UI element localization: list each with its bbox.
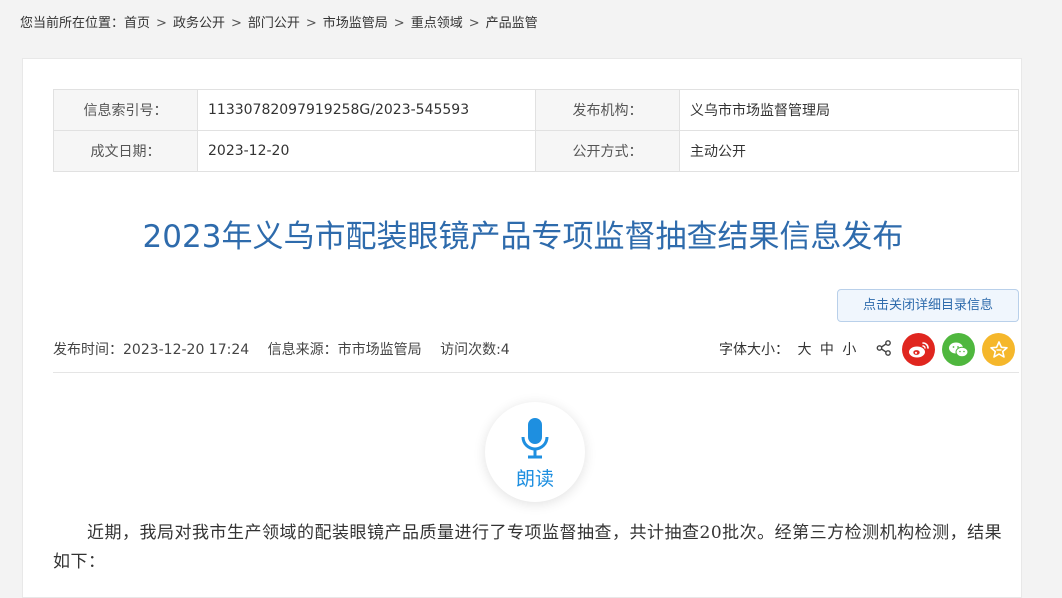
favorite-button[interactable] (982, 333, 1015, 366)
breadcrumb-dept-affairs[interactable]: 部门公开 (248, 16, 300, 31)
read-aloud-button[interactable]: 朗读 (485, 402, 585, 502)
mode-value: 主动公开 (679, 130, 1019, 172)
weibo-icon (908, 341, 929, 357)
org-value: 义乌市市场监督管理局 (679, 89, 1019, 131)
microphone-icon (521, 418, 549, 459)
share-icon[interactable] (875, 339, 893, 357)
publish-time: 发布时间：2023-12-20 17:24 (53, 342, 250, 358)
font-size-small[interactable]: 小 (842, 342, 856, 358)
visit-count: 访问次数:4 (440, 342, 510, 358)
index-label: 信息索引号： (53, 89, 198, 131)
breadcrumb-home[interactable]: 首页 (124, 16, 150, 31)
font-size-control: 字体大小： 大 中 小 (719, 339, 856, 359)
star-icon (989, 340, 1008, 358)
date-label: 成文日期： (53, 130, 198, 172)
breadcrumb-product-supervision[interactable]: 产品监管 (486, 16, 538, 31)
read-aloud-label: 朗读 (515, 468, 554, 490)
article-card: 信息索引号： 11330782097919258G/2023-545593 发布… (22, 58, 1022, 598)
article-body: 近期，我局对我市生产领域的配装眼镜产品质量进行了专项监督抽查，共计抽查20批次。… (53, 523, 1003, 572)
breadcrumb-prefix: 您当前所在位置： (20, 16, 125, 31)
meta-row: 信息索引号： 11330782097919258G/2023-545593 发布… (53, 89, 1019, 131)
index-value: 11330782097919258G/2023-545593 (197, 89, 536, 131)
breadcrumb-gov-affairs[interactable]: 政务公开 (173, 16, 225, 31)
mode-label: 公开方式： (535, 130, 680, 172)
font-size-large[interactable]: 大 (797, 342, 811, 358)
breadcrumb-key-areas[interactable]: 重点领域 (411, 16, 463, 31)
font-size-medium[interactable]: 中 (820, 342, 834, 358)
org-label: 发布机构： (535, 89, 680, 131)
share-weibo-button[interactable] (902, 333, 935, 366)
info-source: 信息来源：市市场监管局 (267, 342, 422, 358)
date-value: 2023-12-20 (197, 130, 536, 172)
breadcrumb: 您当前所在位置：首页 > 政务公开 > 部门公开 > 市场监管局 > 重点领域 > 产品监管 (20, 16, 538, 31)
share-wechat-button[interactable] (942, 333, 975, 366)
meta-row: 成文日期： 2023-12-20 公开方式： 主动公开 (53, 130, 1019, 172)
font-size-label: 字体大小： (719, 342, 789, 358)
divider (53, 372, 1019, 373)
wechat-icon (948, 342, 968, 357)
article-info-bar: 发布时间：2023-12-20 17:24 信息来源：市市场监管局 访问次数:4 (53, 339, 524, 359)
toggle-catalog-button[interactable]: 点击关闭详细目录信息 (837, 289, 1019, 322)
article-title: 2023年义乌市配装眼镜产品专项监督抽查结果信息发布 (142, 219, 904, 255)
info-meta-table: 信息索引号： 11330782097919258G/2023-545593 发布… (53, 89, 1019, 172)
breadcrumb-market-bureau[interactable]: 市场监管局 (323, 16, 388, 31)
